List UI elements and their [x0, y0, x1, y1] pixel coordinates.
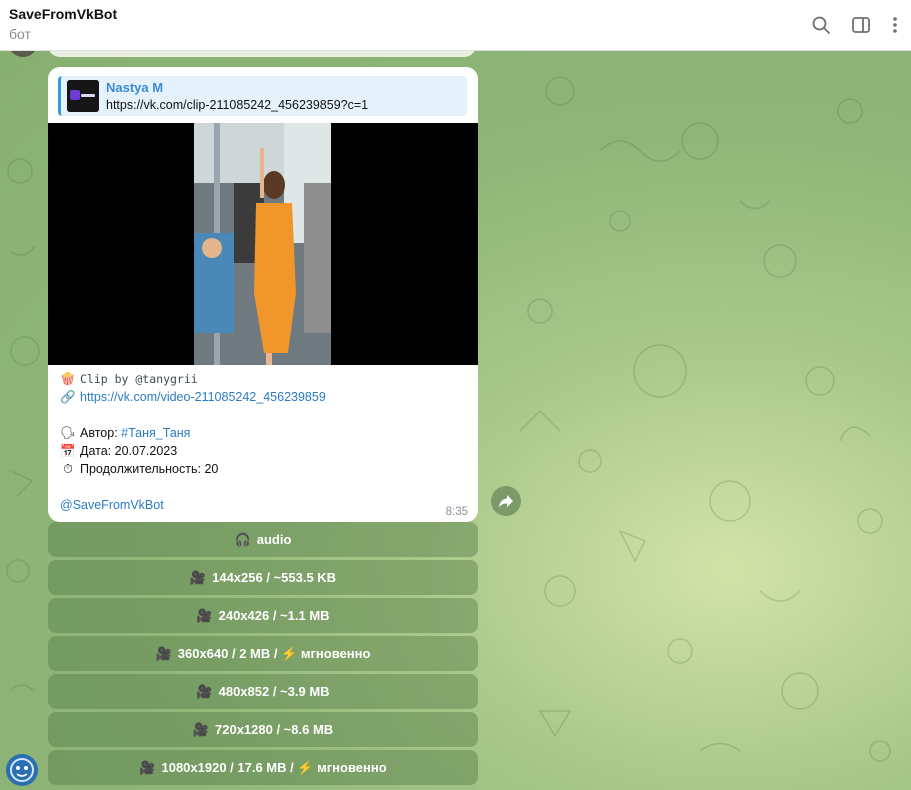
- keyboard-button-label: 480x852 / ~3.9 MB: [218, 684, 330, 699]
- reply-text: https://vk.com/clip-211085242_456239859?…: [106, 98, 369, 112]
- date-line: 📅 Дата: 20.07.2023: [60, 444, 177, 459]
- keyboard-button-label: 720x1280 / ~8.6 MB: [215, 722, 334, 737]
- search-icon[interactable]: [810, 14, 832, 36]
- bot-avatar[interactable]: [6, 754, 38, 786]
- keyboard-button-label: audio: [256, 532, 292, 547]
- sidebar-toggle-icon[interactable]: [850, 14, 872, 36]
- video-frame-image: [194, 123, 331, 365]
- author-line: 🗣 Автор: #Таня_Таня: [60, 426, 190, 441]
- video-camera-icon: 🎥: [139, 760, 156, 775]
- date-text: Дата: 20.07.2023: [80, 444, 178, 458]
- video-camera-icon: 🎥: [155, 646, 172, 661]
- chat-header: SaveFromVkBot бот: [0, 0, 911, 51]
- keyboard-button-6[interactable]: 🎥 1080x1920 / 17.6 MB / ⚡ мгновенно: [48, 750, 478, 785]
- bot-mention-link[interactable]: @SaveFromVkBot: [60, 498, 164, 512]
- video-camera-icon: 🎥: [196, 684, 213, 699]
- duration-text: Продолжительность: 20: [80, 462, 219, 476]
- reply-thumbnail: [67, 80, 99, 112]
- share-icon[interactable]: [491, 486, 521, 516]
- clip-line: 🍿 Clip by @tanygrii: [60, 372, 198, 387]
- keyboard-button-5[interactable]: 🎥 720x1280 / ~8.6 MB: [48, 712, 478, 747]
- keyboard-button-label: 360x640 / 2 MB / ⚡ мгновенно: [177, 646, 371, 661]
- previous-message-edge: [48, 51, 476, 57]
- keyboard-button-label: 1080x1920 / 17.6 MB / ⚡ мгновенно: [161, 760, 387, 775]
- more-vertical-icon[interactable]: [884, 14, 906, 36]
- bot-mention-line: @SaveFromVkBot: [60, 498, 164, 512]
- keyboard-button-4[interactable]: 🎥 480x852 / ~3.9 MB: [48, 674, 478, 709]
- reply-author: Nastya M: [106, 80, 164, 95]
- bot-message-bubble[interactable]: Nastya M https://vk.com/clip-211085242_4…: [48, 67, 478, 522]
- keyboard-button-label: 144x256 / ~553.5 KB: [212, 570, 337, 585]
- headphones-icon: 🎧: [234, 532, 251, 547]
- keyboard-button-2[interactable]: 🎥 240x426 / ~1.1 MB: [48, 598, 478, 633]
- reply-preview[interactable]: Nastya M https://vk.com/clip-211085242_4…: [58, 76, 467, 116]
- video-camera-icon: 🎥: [189, 570, 207, 585]
- video-link[interactable]: https://vk.com/video-211085242_456239859: [80, 390, 326, 404]
- link-icon: 🔗: [60, 390, 76, 404]
- keyboard-button-label: 240x426 / ~1.1 MB: [218, 608, 330, 623]
- chat-subtitle: бот: [9, 26, 31, 42]
- chat-title[interactable]: SaveFromVkBot: [9, 6, 117, 22]
- popcorn-icon: 🍿: [60, 372, 76, 386]
- speaking-head-icon: 🗣: [60, 426, 76, 440]
- video-preview[interactable]: [48, 123, 478, 365]
- author-hashtag[interactable]: #Таня_Таня: [121, 426, 190, 440]
- stopwatch-icon: ⏱: [63, 462, 73, 476]
- keyboard-button-0[interactable]: 🎧 audio: [48, 522, 478, 557]
- video-link-line: 🔗 https://vk.com/video-211085242_45623985…: [60, 390, 326, 405]
- video-camera-icon: 🎥: [196, 608, 213, 623]
- keyboard-button-3[interactable]: 🎥 360x640 / 2 MB / ⚡ мгновенно: [48, 636, 478, 671]
- keyboard-button-1[interactable]: 🎥 144x256 / ~553.5 KB: [48, 560, 478, 595]
- calendar-icon: 📅: [60, 444, 76, 458]
- author-label: Автор:: [80, 426, 118, 440]
- video-camera-icon: 🎥: [192, 722, 209, 737]
- duration-line: ⏱ Продолжительность: 20: [60, 462, 218, 477]
- clip-text: Clip by @tanygrii: [80, 372, 198, 386]
- message-time: 8:35: [445, 506, 468, 518]
- chat-area[interactable]: Nastya M https://vk.com/clip-211085242_4…: [0, 51, 911, 790]
